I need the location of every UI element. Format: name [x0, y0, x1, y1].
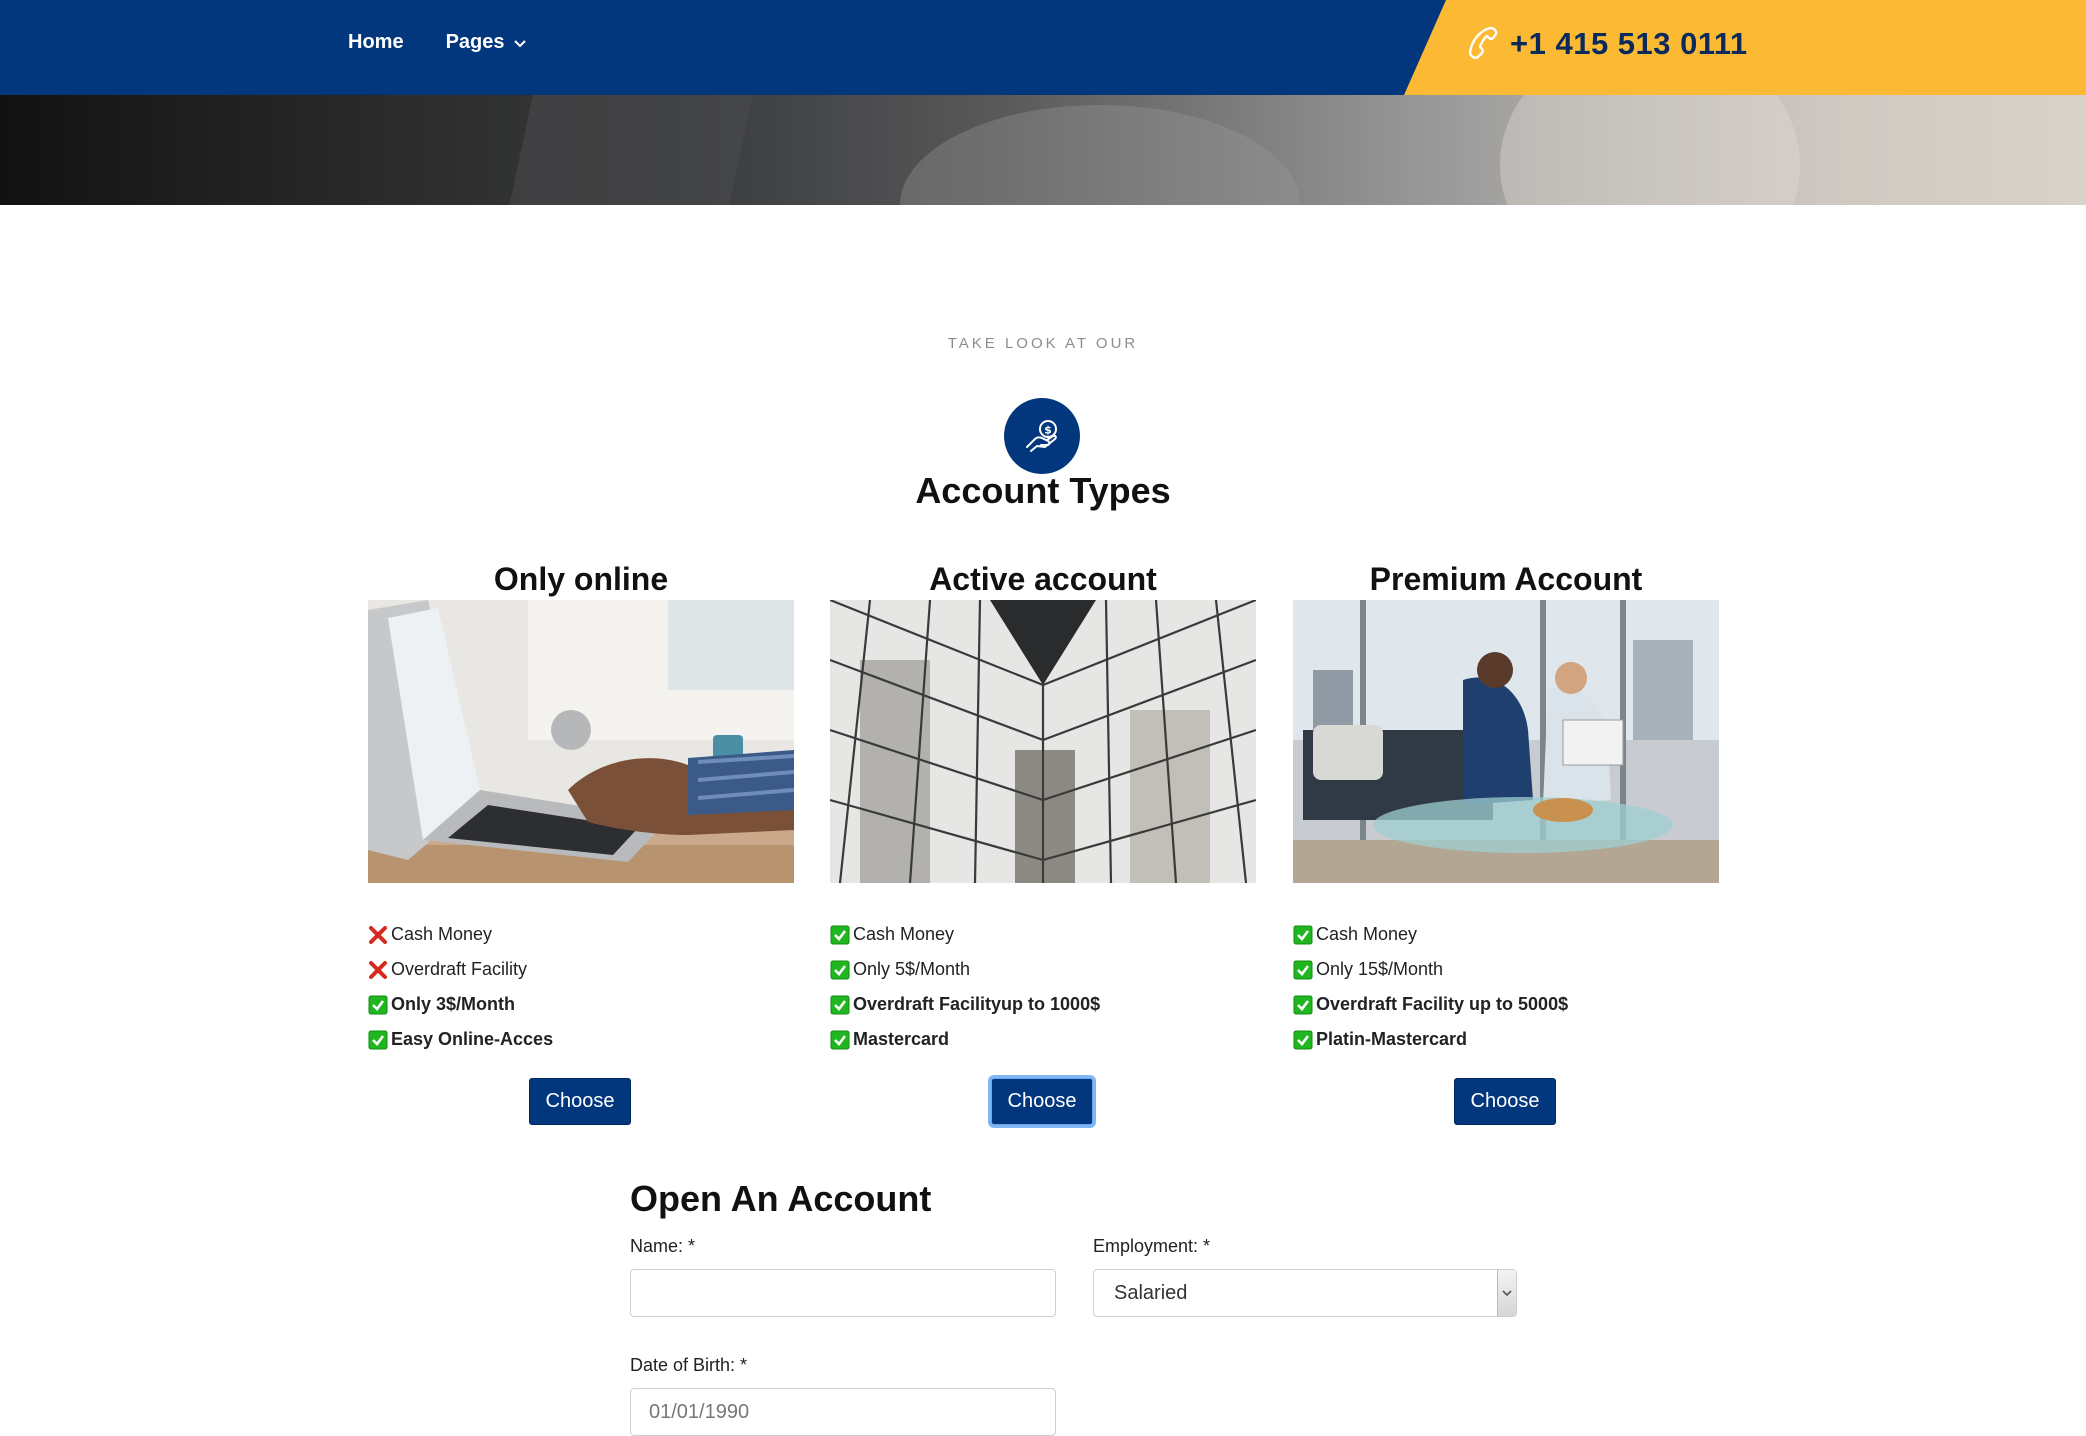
feature-item: Only 3$/Month [368, 987, 794, 1022]
business-meeting-photo [1293, 600, 1719, 883]
feature-item: Overdraft Facility up to 5000$ [1293, 987, 1719, 1022]
account-card-premium: Premium Account Cash Money Only 15$/Mont… [1293, 558, 1719, 1057]
hero-image [0, 95, 2086, 205]
feature-label: Easy Online-Acces [391, 1029, 554, 1049]
phone-contact[interactable]: +1 415 513 0111 [1466, 20, 1748, 68]
check-icon [368, 1030, 388, 1049]
feature-label: Only 3$/Month [391, 994, 516, 1014]
employment-select[interactable]: Salaried [1093, 1269, 1517, 1317]
chevron-down-icon [513, 39, 526, 47]
employment-selected-value: Salaried [1114, 1281, 1188, 1304]
check-icon [368, 995, 388, 1014]
feature-item: Only 5$/Month [830, 952, 1256, 987]
check-icon [1293, 925, 1313, 944]
feature-label: Cash Money [391, 924, 493, 944]
feature-list: Cash Money Only 5$/Month Overdraft Facil… [830, 917, 1256, 1057]
choose-active-button[interactable]: Choose [991, 1078, 1093, 1125]
chevron-down-icon [1502, 1290, 1512, 1297]
phone-number: +1 415 513 0111 [1510, 26, 1748, 61]
feature-list: Cash Money Only 15$/Month Overdraft Faci… [1293, 917, 1719, 1057]
feature-label: Cash Money [853, 924, 955, 944]
card-title: Only online [493, 561, 669, 597]
name-input[interactable] [630, 1269, 1056, 1317]
choose-premium-button[interactable]: Choose [1454, 1078, 1556, 1125]
section-eyebrow: TAKE LOOK AT OUR [947, 335, 1139, 352]
check-icon [830, 995, 850, 1014]
dob-input[interactable] [630, 1388, 1056, 1436]
section-title: Account Types [915, 470, 1171, 511]
phone-icon [1468, 26, 1498, 59]
feature-item: Only 15$/Month [1293, 952, 1719, 987]
feature-item: Cash Money [368, 917, 794, 952]
feature-item: Platin-Mastercard [1293, 1022, 1719, 1057]
money-hand-icon: $ [1004, 398, 1080, 474]
name-label: Name: * [630, 1236, 696, 1256]
cross-icon [369, 925, 387, 944]
feature-item: Easy Online-Acces [368, 1022, 794, 1057]
feature-label: Overdraft Facility up to 5000$ [1316, 994, 1569, 1014]
feature-label: Overdraft Facilityup to 1000$ [853, 994, 1101, 1014]
feature-label: Overdraft Facility [391, 959, 528, 979]
nav-home-link[interactable]: Home [348, 31, 404, 54]
feature-item: Mastercard [830, 1022, 1256, 1057]
form-title: Open An Account [630, 1178, 932, 1219]
svg-text:$: $ [1044, 424, 1052, 437]
feature-label: Mastercard [853, 1029, 950, 1049]
card-title: Premium Account [1369, 561, 1643, 597]
feature-label: Only 15$/Month [1316, 959, 1444, 979]
top-navbar: Home Pages +1 415 513 0111 [0, 0, 2086, 95]
feature-label: Only 5$/Month [853, 959, 971, 979]
account-card-active: Active account Cash Money Only 5$/Month … [830, 558, 1256, 1057]
dob-label: Date of Birth: * [630, 1355, 748, 1375]
check-icon [1293, 995, 1313, 1014]
feature-item: Cash Money [1293, 917, 1719, 952]
employment-label: Employment: * [1093, 1236, 1211, 1256]
nav-pages-label: Pages [445, 31, 505, 53]
feature-label: Platin-Mastercard [1316, 1029, 1468, 1049]
check-icon [830, 925, 850, 944]
account-card-online: Only online Cash Money Overdraft Facilit… [368, 558, 794, 1057]
card-title: Active account [929, 561, 1157, 597]
feature-item: Cash Money [830, 917, 1256, 952]
check-icon [830, 960, 850, 979]
feature-item: Overdraft Facility [368, 952, 794, 987]
check-icon [1293, 1030, 1313, 1049]
feature-item: Overdraft Facilityup to 1000$ [830, 987, 1256, 1022]
nav-pages-dropdown[interactable]: Pages [446, 31, 527, 54]
nav-home-label: Home [348, 31, 404, 53]
select-arrow [1497, 1270, 1516, 1316]
choose-online-button[interactable]: Choose [529, 1078, 631, 1125]
feature-list: Cash Money Overdraft Facility Only 3$/Mo… [368, 917, 794, 1057]
feature-label: Cash Money [1316, 924, 1418, 944]
check-icon [1293, 960, 1313, 979]
laptop-typing-photo [368, 600, 794, 883]
check-icon [830, 1030, 850, 1049]
cross-icon [369, 960, 387, 979]
main-nav: Home Pages [348, 0, 527, 85]
glass-building-photo [830, 600, 1256, 883]
